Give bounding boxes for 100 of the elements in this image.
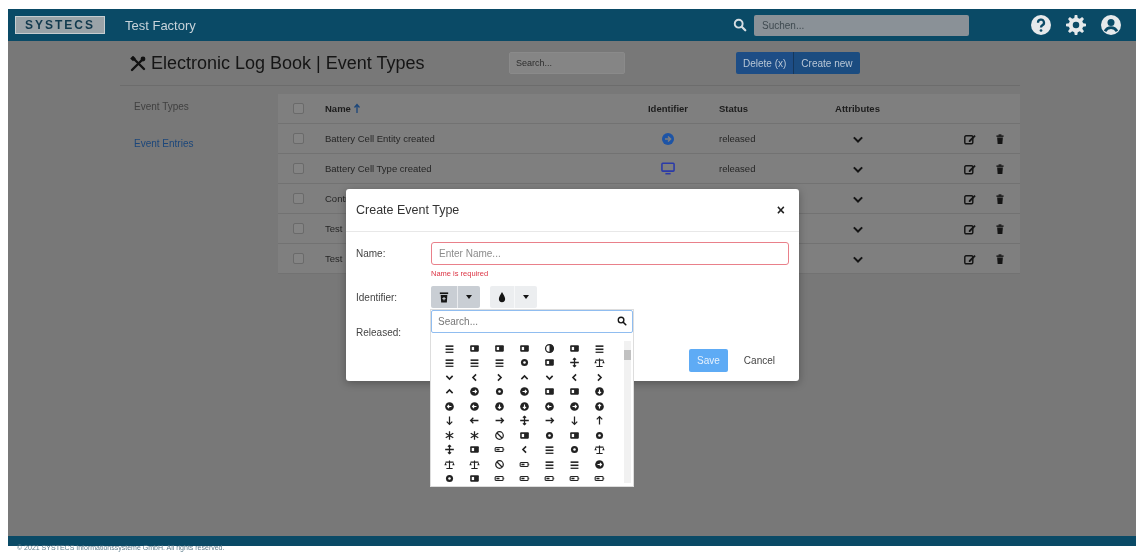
table-cell: released [719, 163, 756, 174]
card-icon[interactable] [469, 444, 480, 456]
circle-icon[interactable] [544, 400, 555, 412]
search-icon [617, 316, 627, 326]
edit-icon[interactable] [964, 252, 976, 265]
checkbox[interactable] [292, 133, 304, 144]
edit-icon[interactable] [964, 132, 976, 145]
caret-icon [523, 295, 529, 299]
table-cell: Test [325, 253, 343, 264]
dialog-title: Create Event Type [356, 203, 460, 217]
checkbox[interactable] [292, 193, 304, 204]
bars-icon[interactable] [494, 357, 505, 369]
move-arrows-icon[interactable] [444, 444, 455, 456]
user-icon[interactable] [1101, 15, 1121, 35]
bars-icon[interactable] [469, 357, 480, 369]
sidebar-item[interactable]: Event Entries [134, 138, 278, 149]
create-button[interactable]: Create new [793, 52, 860, 74]
move-arrows-icon[interactable] [569, 357, 580, 369]
monitor-icon [661, 162, 675, 175]
bars-icon[interactable] [444, 342, 455, 354]
search-field[interactable]: Search... [431, 310, 633, 333]
card-icon[interactable] [544, 386, 555, 398]
trash-can-icon [439, 291, 449, 303]
scale-icon[interactable] [444, 458, 455, 470]
column-header[interactable]: Status [719, 103, 749, 114]
card-icon[interactable] [469, 473, 480, 485]
trash-icon[interactable] [995, 192, 1005, 205]
card-icon[interactable] [544, 357, 555, 369]
column-header[interactable]: Attributes [835, 103, 880, 114]
edit-icon[interactable] [964, 162, 976, 175]
card-icon[interactable] [519, 429, 530, 441]
page-title: Electronic Log Book | Event Types [151, 52, 426, 74]
settings-icon[interactable] [1066, 15, 1086, 35]
search-field[interactable]: Suchen... [754, 14, 969, 36]
bars-icon[interactable] [544, 458, 555, 470]
bars-icon[interactable] [444, 357, 455, 369]
delete-button[interactable]: Delete (x) [736, 52, 794, 74]
name-field[interactable]: Enter Name... [431, 242, 789, 265]
asterisk-icon[interactable] [469, 429, 480, 441]
field-label: Identifier: [356, 291, 399, 305]
checkbox[interactable] [292, 253, 304, 264]
circle-icon[interactable] [469, 400, 480, 412]
scale-icon[interactable] [469, 458, 480, 470]
half-circle-icon[interactable] [544, 342, 555, 354]
scroll-thumb[interactable] [624, 350, 631, 360]
scrollbar[interactable] [624, 341, 631, 483]
circle-icon[interactable] [594, 386, 605, 398]
cancel-button[interactable]: Cancel [735, 349, 783, 372]
circle-icon[interactable] [594, 458, 605, 470]
scale-icon[interactable] [594, 357, 605, 369]
edit-icon[interactable] [964, 192, 976, 205]
help-icon[interactable] [1031, 15, 1051, 35]
field-label: Name: [356, 247, 387, 261]
tools-icon [130, 56, 146, 72]
circle-icon[interactable] [444, 400, 455, 412]
color-picker[interactable] [490, 286, 537, 308]
ban-icon[interactable] [494, 429, 505, 441]
bars-icon[interactable] [569, 458, 580, 470]
arrow-circle-icon [662, 132, 674, 145]
trash-icon[interactable] [995, 162, 1005, 175]
search-field[interactable]: Search... [509, 52, 625, 74]
column-header[interactable]: Identifier [647, 103, 689, 114]
circle-icon[interactable] [519, 400, 530, 412]
card-icon[interactable] [569, 342, 580, 354]
logo[interactable]: SYSTECS [15, 16, 105, 34]
arrow-icon[interactable] [594, 415, 605, 427]
checkbox[interactable] [292, 103, 304, 114]
edit-icon[interactable] [964, 222, 976, 235]
trash-icon[interactable] [995, 222, 1005, 235]
drop-icon [498, 291, 506, 303]
scale-icon[interactable] [594, 444, 605, 456]
table-cell: released [719, 133, 756, 144]
card-icon[interactable] [569, 386, 580, 398]
ban-icon[interactable] [494, 458, 505, 470]
asterisk-icon[interactable] [444, 429, 455, 441]
trash-icon[interactable] [995, 252, 1005, 265]
trash-icon[interactable] [995, 132, 1005, 145]
close-button[interactable]: × [776, 202, 785, 218]
table-cell: Test [325, 223, 343, 234]
circle-icon[interactable] [494, 400, 505, 412]
card-icon[interactable] [519, 342, 530, 354]
bars-icon[interactable] [544, 444, 555, 456]
search-icon [733, 18, 747, 32]
app-name[interactable]: Test Factory [125, 17, 196, 33]
card-icon[interactable] [569, 429, 580, 441]
arrow-icon[interactable] [569, 415, 580, 427]
circle-icon[interactable] [519, 386, 530, 398]
checkbox[interactable] [292, 223, 304, 234]
card-icon[interactable] [469, 342, 480, 354]
card-icon[interactable] [494, 342, 505, 354]
circle-icon[interactable] [594, 400, 605, 412]
table-cell: Battery Cell Entity created [325, 133, 435, 144]
checkbox[interactable] [292, 163, 304, 174]
bars-icon[interactable] [594, 342, 605, 354]
circle-icon[interactable] [469, 386, 480, 398]
move-arrows-icon[interactable] [519, 415, 530, 427]
arrow-icon[interactable] [444, 415, 455, 427]
icon-picker[interactable] [431, 286, 480, 308]
column-header[interactable]: Name [325, 103, 351, 114]
circle-icon[interactable] [569, 400, 580, 412]
